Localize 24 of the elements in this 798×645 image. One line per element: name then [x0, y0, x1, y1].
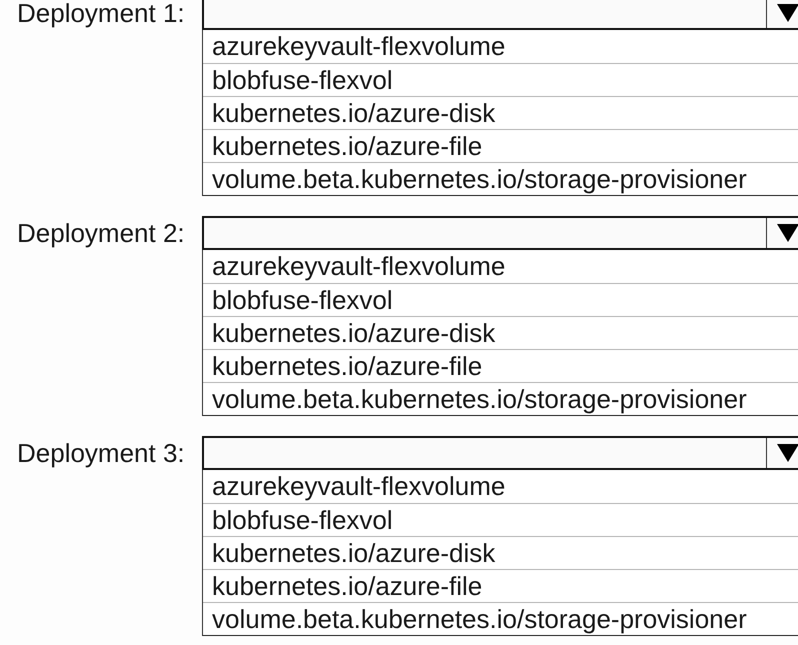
- field-label: Deployment 3:: [16, 438, 186, 468]
- dropdown-option[interactable]: kubernetes.io/azure-disk: [203, 316, 798, 349]
- field-label: Deployment 1:: [16, 0, 186, 28]
- dropdown-option[interactable]: blobfuse-flexvol: [203, 63, 798, 96]
- caret-icon: [777, 4, 798, 22]
- dropdown-option[interactable]: volume.beta.kubernetes.io/storage-provisioner: [203, 382, 798, 415]
- dropdown-option[interactable]: kubernetes.io/azure-file: [203, 569, 798, 602]
- dropdown-option[interactable]: azurekeyvault-flexvolume: [203, 470, 798, 503]
- dropdown-option[interactable]: volume.beta.kubernetes.io/storage-provisioner: [203, 162, 798, 195]
- dropdown-option[interactable]: blobfuse-flexvol: [203, 283, 798, 316]
- dropdown-field[interactable]: [202, 0, 798, 30]
- dropdown-option[interactable]: kubernetes.io/azure-disk: [203, 96, 798, 129]
- dropdown-option[interactable]: azurekeyvault-flexvolume: [203, 30, 798, 63]
- caret-icon: [777, 224, 798, 242]
- dropdown-option[interactable]: azurekeyvault-flexvolume: [203, 250, 798, 283]
- dropdown-field[interactable]: [202, 216, 798, 250]
- dropdown-option[interactable]: kubernetes.io/azure-file: [203, 349, 798, 382]
- dropdown-option[interactable]: kubernetes.io/azure-file: [203, 129, 798, 162]
- dropdown-option[interactable]: blobfuse-flexvol: [203, 503, 798, 536]
- dropdown-option[interactable]: kubernetes.io/azure-disk: [203, 536, 798, 569]
- dropdown-option[interactable]: volume.beta.kubernetes.io/storage-provisioner: [203, 602, 798, 635]
- caret-icon: [777, 444, 798, 462]
- field-label: Deployment 2:: [16, 218, 186, 248]
- dropdown-field[interactable]: [202, 436, 798, 470]
